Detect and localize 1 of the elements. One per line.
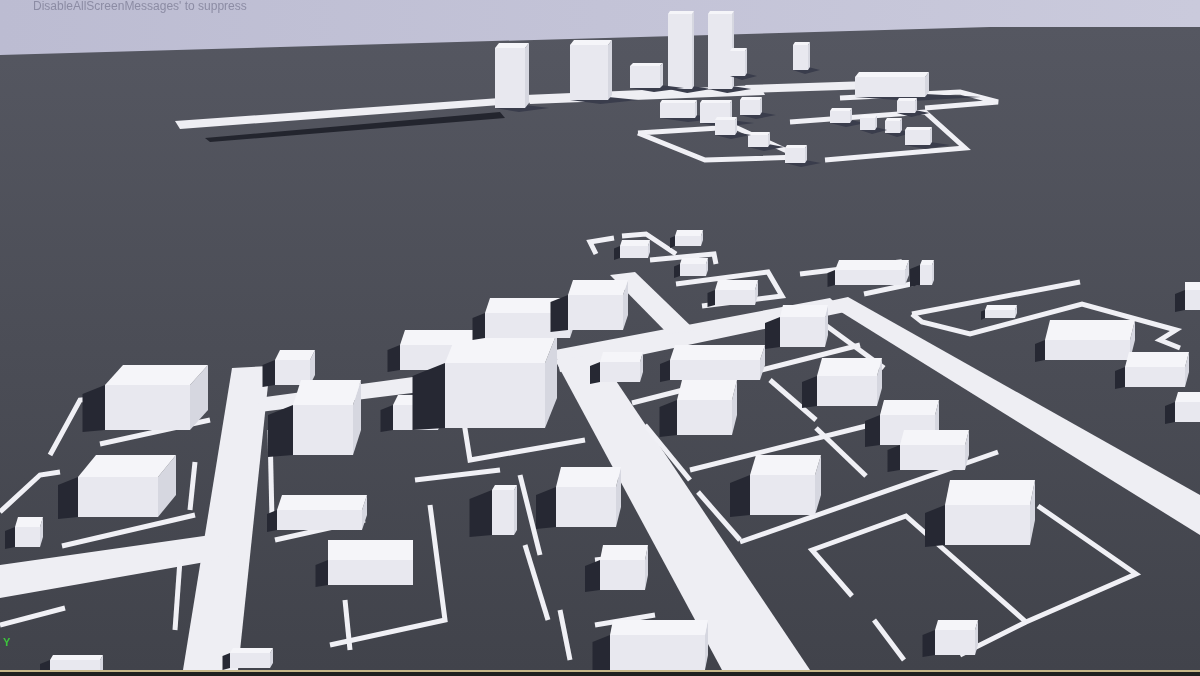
- axis-label: Y: [3, 636, 11, 648]
